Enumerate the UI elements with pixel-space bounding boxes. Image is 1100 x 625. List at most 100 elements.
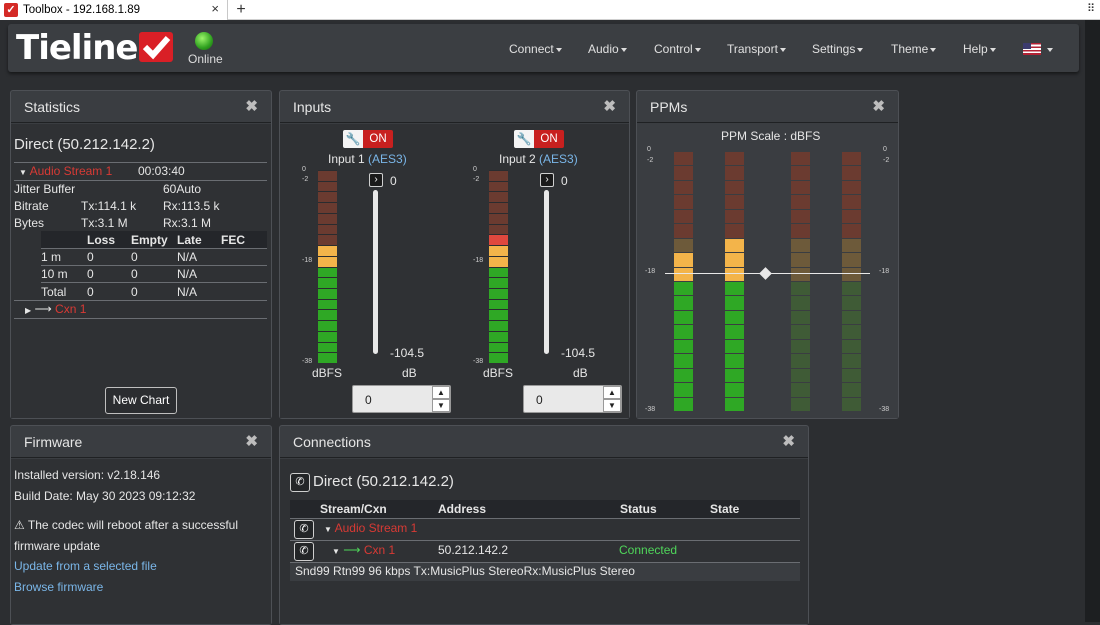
meter-segment (318, 171, 337, 181)
meter-segment (674, 368, 693, 383)
wrench-icon[interactable]: 🔧 (343, 130, 363, 148)
meter-segment (489, 181, 508, 192)
meter-segment (725, 339, 744, 354)
meter-segment (674, 267, 693, 281)
meter-segment (318, 342, 337, 353)
meter-segment (489, 288, 508, 299)
menu-transport-label: Transport (727, 42, 778, 56)
bitrate-label: Bitrate (14, 199, 49, 213)
close-icon[interactable]: ✖ (245, 91, 258, 123)
menu-theme[interactable]: Theme (891, 42, 937, 56)
bitrate-rx: Rx:113.5 k (163, 199, 220, 213)
ppms-header: PPMs ✖ (637, 91, 898, 123)
menu-settings[interactable]: Settings (812, 42, 864, 56)
meter-segment (842, 282, 861, 296)
menu-help[interactable]: Help (963, 42, 996, 56)
meter-segment (725, 195, 744, 209)
language-flag-icon[interactable] (1023, 43, 1041, 55)
menu-transport[interactable]: Transport (727, 42, 786, 56)
meter-segment (674, 354, 693, 368)
input-type[interactable]: (AES3) (539, 152, 578, 166)
chevron-up-icon[interactable]: ▲ (432, 386, 450, 399)
meter-segment (318, 181, 337, 192)
input-1-gain-stepper[interactable]: 0 ▲ ▼ (352, 385, 451, 413)
chevron-down-icon[interactable]: ▼ (432, 399, 450, 412)
chevron-down-icon (989, 47, 996, 52)
triangle-down-icon: ▼ (19, 168, 27, 177)
tick-label: -2 (302, 176, 309, 183)
browser-tab[interactable]: ✓ Toolbox - 192.168.1.89 × (0, 0, 228, 20)
menu-connect[interactable]: Connect (509, 42, 562, 56)
menu-settings-label: Settings (812, 42, 856, 56)
meter-segment (489, 353, 508, 363)
phone-icon[interactable]: ✆ (290, 473, 310, 492)
fader-bottom-value: -104.5 (390, 346, 425, 360)
window-scrollbar[interactable] (1085, 20, 1100, 622)
meter-segment (674, 195, 693, 209)
meter-segment (318, 353, 337, 363)
close-icon[interactable]: ✖ (603, 91, 616, 123)
meter-segment (791, 296, 810, 310)
meter-segment (725, 383, 744, 397)
ppm-meter-2 (725, 151, 744, 411)
top-navbar: Tieline Online Connect Audio Control Tra… (8, 24, 1079, 72)
input-2-gain-fader[interactable] (544, 190, 549, 354)
tick-label: -18 (879, 268, 890, 275)
close-icon[interactable]: ✖ (245, 426, 258, 458)
meter-segment (791, 325, 810, 339)
chevron-up-icon[interactable]: ▲ (603, 386, 621, 399)
new-chart-button[interactable]: New Chart (105, 387, 177, 414)
meter-segment (489, 331, 508, 342)
meter-segment (842, 383, 861, 397)
ppms-body: PPM Scale : dBFS 0 -2 -18 -38 0 -2 -18 -… (637, 124, 898, 418)
input-type[interactable]: (AES3) (368, 152, 407, 166)
wrench-icon[interactable]: 🔧 (514, 130, 534, 148)
meter-segment (318, 321, 337, 331)
meter-segment (842, 267, 861, 281)
input-2-on-toggle[interactable]: 🔧 ON (514, 130, 564, 148)
fader-top-value: 0 (390, 174, 397, 188)
meter-segment (489, 299, 508, 310)
phone-icon[interactable]: ✆ (294, 520, 314, 539)
meter-segment (842, 209, 861, 224)
update-from-file-link[interactable]: Update from a selected file (14, 559, 157, 573)
cxn-name: Cxn 1 (363, 543, 396, 557)
input-2-gain-stepper[interactable]: 0 ▲ ▼ (523, 385, 622, 413)
close-tab-icon[interactable]: × (211, 1, 219, 16)
cxn-toggle[interactable]: ▶ ⟶ Cxn 1 (25, 302, 86, 316)
input-1-gain-fader[interactable] (373, 190, 378, 354)
cxn-row[interactable]: ▼ ⟶ Cxn 1 (332, 543, 395, 557)
connections-body: ✆ Direct (50.212.142.2) Stream/Cxn Addre… (280, 459, 808, 624)
meter-segment (842, 368, 861, 383)
tick-label: -38 (645, 406, 656, 413)
stream-toggle[interactable]: ▼ Audio Stream 1 (19, 164, 112, 178)
new-tab-button[interactable]: + (232, 1, 250, 19)
arrow-right-icon: ⟶ (343, 543, 361, 557)
menu-control[interactable]: Control (654, 42, 701, 56)
stream-name: Audio Stream 1 (334, 521, 418, 535)
close-icon[interactable]: ✖ (872, 91, 885, 123)
close-icon[interactable]: ✖ (782, 426, 795, 458)
chevron-down-icon[interactable]: ▼ (603, 399, 621, 412)
meter-segment (725, 166, 744, 180)
meter-segment (842, 339, 861, 354)
phone-icon[interactable]: ✆ (294, 542, 314, 561)
browse-firmware-link[interactable]: Browse firmware (14, 580, 103, 594)
meter-segment (725, 209, 744, 224)
menu-audio[interactable]: Audio (588, 42, 627, 56)
input-1-on-toggle[interactable]: 🔧 ON (343, 130, 393, 148)
meter-segment (725, 253, 744, 267)
fader-top-chevron-icon[interactable]: › (540, 173, 554, 187)
browser-tab-bar: ✓ Toolbox - 192.168.1.89 × + ⠿ (0, 0, 1100, 20)
grid-menu-icon[interactable]: ⠿ (1087, 2, 1095, 15)
meter-segment (725, 152, 744, 166)
meter-segment (791, 253, 810, 267)
tick-label: -38 (473, 358, 484, 365)
meter-segment (842, 325, 861, 339)
unit-dbfs: dBFS (312, 366, 343, 380)
meter-segment (791, 195, 810, 209)
fader-top-chevron-icon[interactable]: › (369, 173, 383, 187)
language-dropdown[interactable] (1045, 42, 1053, 56)
meter-segment (791, 267, 810, 281)
stream-row[interactable]: ▼ Audio Stream 1 (324, 521, 417, 535)
